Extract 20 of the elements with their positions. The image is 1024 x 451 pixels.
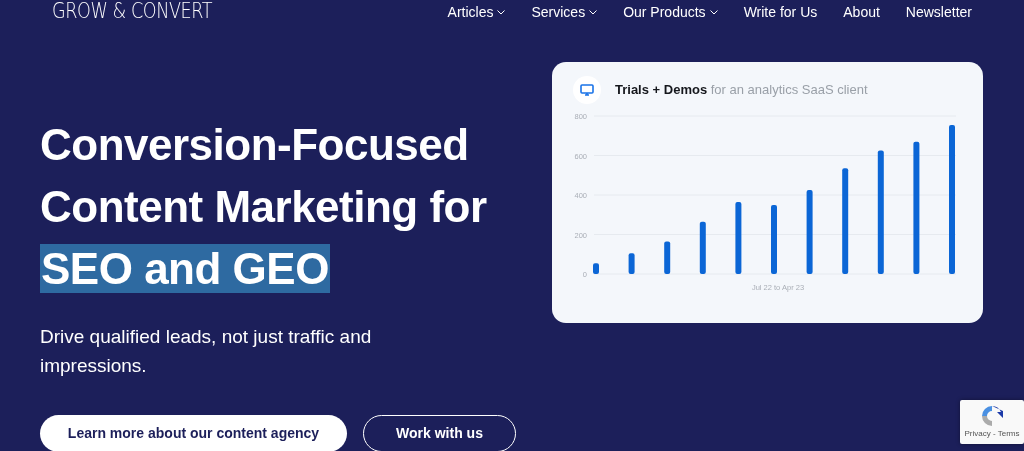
- bar: [593, 263, 599, 274]
- monitor-icon: [573, 76, 601, 104]
- nav-link[interactable]: Services: [531, 1, 598, 23]
- nav-link[interactable]: Articles: [447, 1, 506, 23]
- logo[interactable]: GROW & CONVERT: [52, 0, 213, 22]
- nav-link[interactable]: Write for Us: [743, 1, 818, 23]
- bar: [699, 221, 706, 274]
- nav-link[interactable]: Our Products: [623, 1, 718, 23]
- bar: [628, 253, 635, 274]
- privacy-terms-links[interactable]: Privacy - Terms: [964, 430, 1020, 438]
- hero-subtitle: Drive qualified leads, not just traffic and impressions.: [40, 325, 373, 378]
- recaptcha-icon: [979, 403, 1005, 429]
- chart-title: Trials + Demos for an analytics SaaS client: [615, 81, 868, 100]
- bar: [664, 241, 671, 274]
- bar: [771, 204, 777, 274]
- primary-button[interactable]: Learn more about our content agency: [40, 415, 347, 451]
- nav-link[interactable]: About: [843, 1, 880, 23]
- recaptcha-badge[interactable]: Privacy - Terms: [960, 400, 1024, 444]
- hero-headline: Conversion-Focused Content Marketing for SEO and GEO: [40, 119, 488, 295]
- nav-link[interactable]: Newsletter: [905, 1, 972, 23]
